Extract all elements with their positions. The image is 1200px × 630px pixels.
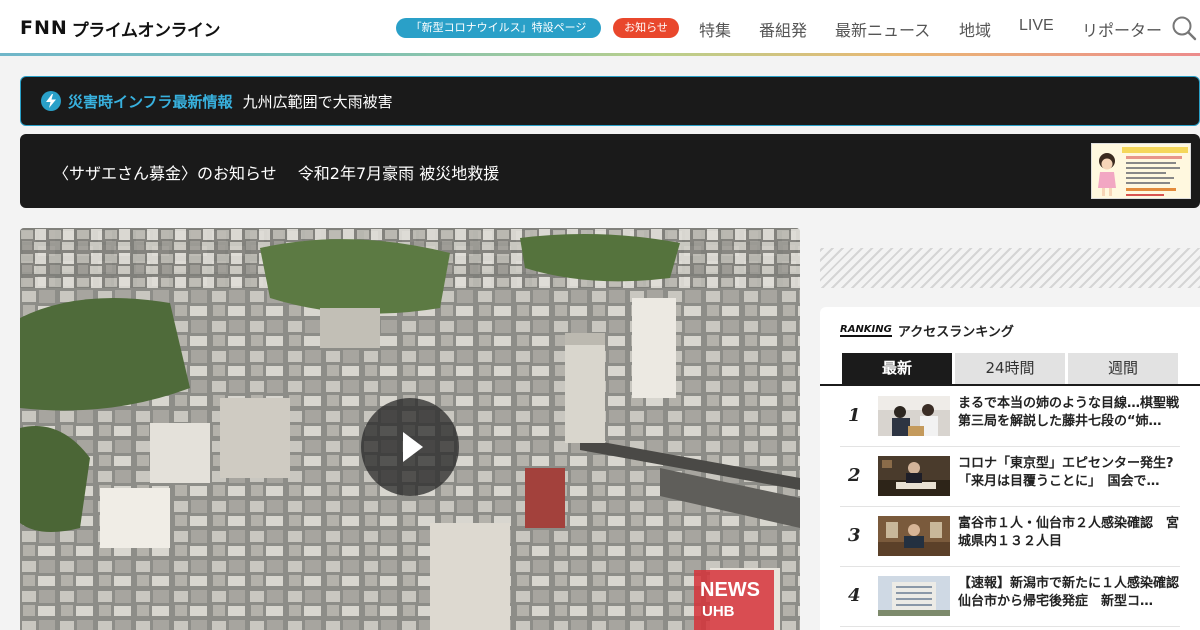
ranking-title: アクセスランキング [897,325,1014,340]
ranking-item-title: コロナ「東京型」エピセンター発生? 「来月は目覆うことに」 国会で… [958,456,1174,489]
ranking-thumbnail [878,456,950,496]
ad-placeholder [820,248,1200,288]
nav-live[interactable]: LIVE [1019,17,1054,35]
sazae-donation-text: 〈サザエさん募金〉のお知らせ 令和2年7月豪雨 被災地救援 [53,164,500,183]
svg-text:NEWS: NEWS [700,579,760,601]
ranking-item-title: 富谷市１人・仙台市２人感染確認 宮城県内１３２人目 [958,516,1180,549]
fnn-logo[interactable]: FNN プライムオンライン [20,16,221,41]
disaster-info-banner[interactable]: 災害時インフラ最新情報 九州広範囲で大雨被害 [20,76,1200,126]
sazae-donation-banner[interactable]: 〈サザエさん募金〉のお知らせ 令和2年7月豪雨 被災地救援 [20,134,1200,208]
nav-bangumi[interactable]: 番組発 [759,17,807,41]
tabs-underline [820,384,1200,386]
ranking-badge: RANKING [840,324,892,337]
notice-link[interactable]: お知らせ [613,18,679,38]
ranking-header: RANKING アクセスランキング [840,321,1014,340]
nav-reporter[interactable]: リポーター [1082,17,1162,41]
ranking-item[interactable]: 2 コロナ「東京型」エピセンター発生? 「来月は目覆うことに」 国会で… [840,447,1180,507]
rank-number: 3 [848,525,861,546]
ranking-item[interactable]: 1 まるで本当の姉のような目線…棋聖戦第三局を解説した藤井七段の“姉… [840,387,1180,447]
rank-number: 2 [848,465,861,486]
tab-latest[interactable]: 最新 [842,353,952,384]
svg-text:UHB: UHB [702,603,735,620]
tab-weekly[interactable]: 週間 [1068,353,1178,384]
ranking-thumbnail [878,576,950,616]
ranking-thumbnail [878,516,950,556]
ranking-thumbnail [878,396,950,436]
ranking-item[interactable]: 3 富谷市１人・仙台市２人感染確認 宮城県内１３２人目 [840,507,1180,567]
rank-number: 1 [848,405,861,426]
tab-24h[interactable]: 24時間 [955,353,1065,384]
nav-region[interactable]: 地域 [959,17,991,41]
sazae-donation-thumbnail [1091,143,1191,199]
logo-jp-text: プライムオンライン [71,20,221,41]
news-uhb-watermark: NEWS UHB [694,570,774,630]
nav-latest-news[interactable]: 最新ニュース [835,17,930,41]
access-ranking-panel: RANKING アクセスランキング 最新 24時間 週間 1 まるで本当の姉のよ… [820,307,1200,630]
ranking-tabs: 最新 24時間 週間 [842,353,1181,384]
rank-number: 4 [848,585,861,606]
logo-fnn-text: FNN [20,17,68,39]
nav-tokushu[interactable]: 特集 [699,17,731,41]
play-button[interactable] [361,398,459,496]
ranking-item-title: まるで本当の姉のような目線…棋聖戦第三局を解説した藤井七段の“姉… [958,396,1180,429]
lightning-icon [41,91,61,111]
disaster-headline: 九州広範囲で大雨被害 [242,92,393,111]
search-icon[interactable] [1171,15,1197,41]
corona-special-page-link[interactable]: 「新型コロナウイルス」特設ページ [396,18,601,38]
play-icon [403,432,423,462]
header-gradient-line [0,53,1200,56]
ranking-item[interactable]: 4 【速報】新潟市で新たに１人感染確認 仙台市から帰宅後発症 新型コ… [840,567,1180,627]
ranking-item-title: 【速報】新潟市で新たに１人感染確認 仙台市から帰宅後発症 新型コ… [958,576,1180,609]
site-header: FNN プライムオンライン 「新型コロナウイルス」特設ページ お知らせ 特集 番… [0,0,1200,56]
disaster-label: 災害時インフラ最新情報 [68,92,233,111]
